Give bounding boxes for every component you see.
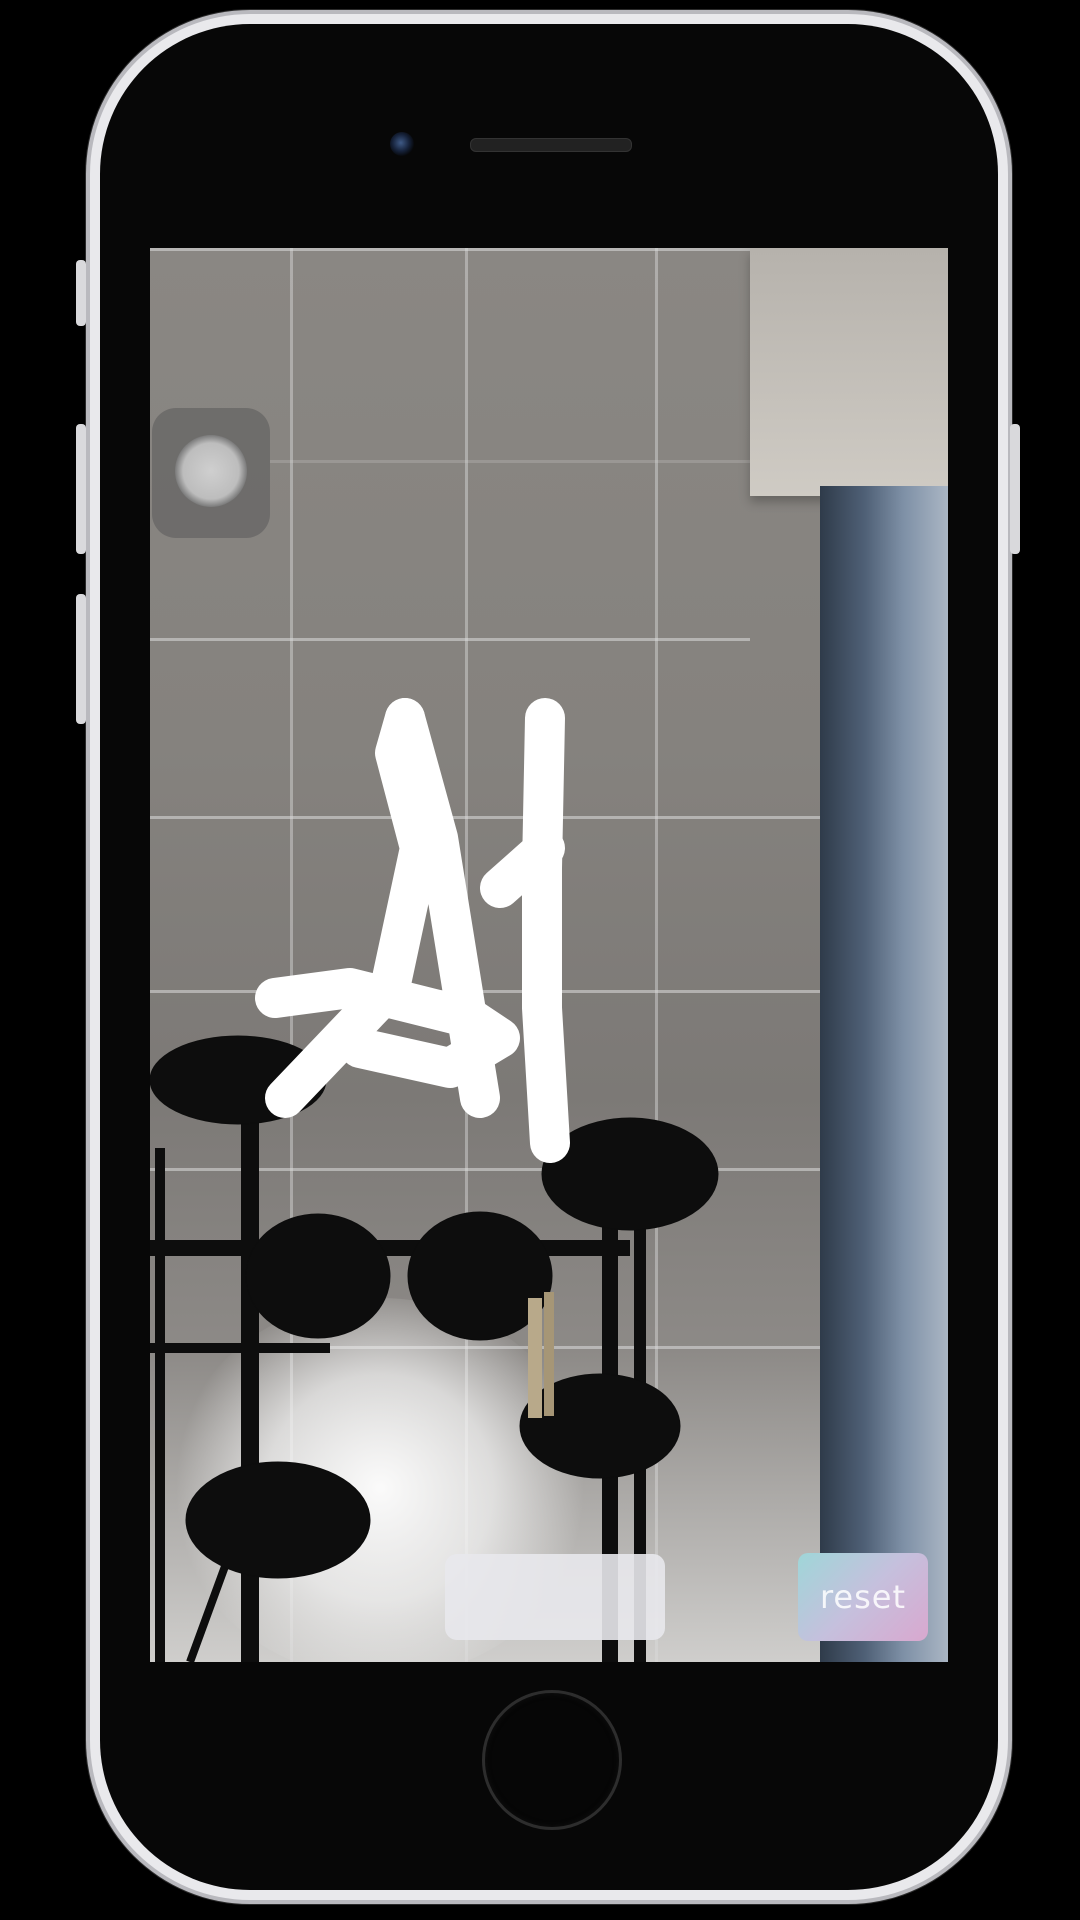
capture-button[interactable] — [445, 1554, 665, 1640]
mute-switch — [76, 260, 86, 326]
ar-stroke — [522, 698, 570, 1163]
ar-camera-view[interactable]: reset — [150, 248, 948, 1662]
assistive-touch-icon — [175, 435, 247, 507]
assistive-touch-button[interactable] — [152, 408, 270, 538]
earpiece-speaker — [470, 138, 632, 152]
phone-frame: reset — [76, 24, 1020, 1890]
reset-button[interactable]: reset — [798, 1553, 928, 1641]
volume-up-button — [76, 424, 86, 554]
home-button[interactable] — [482, 1690, 622, 1830]
volume-down-button — [76, 594, 86, 724]
power-button — [1010, 424, 1020, 554]
front-camera — [390, 132, 414, 156]
